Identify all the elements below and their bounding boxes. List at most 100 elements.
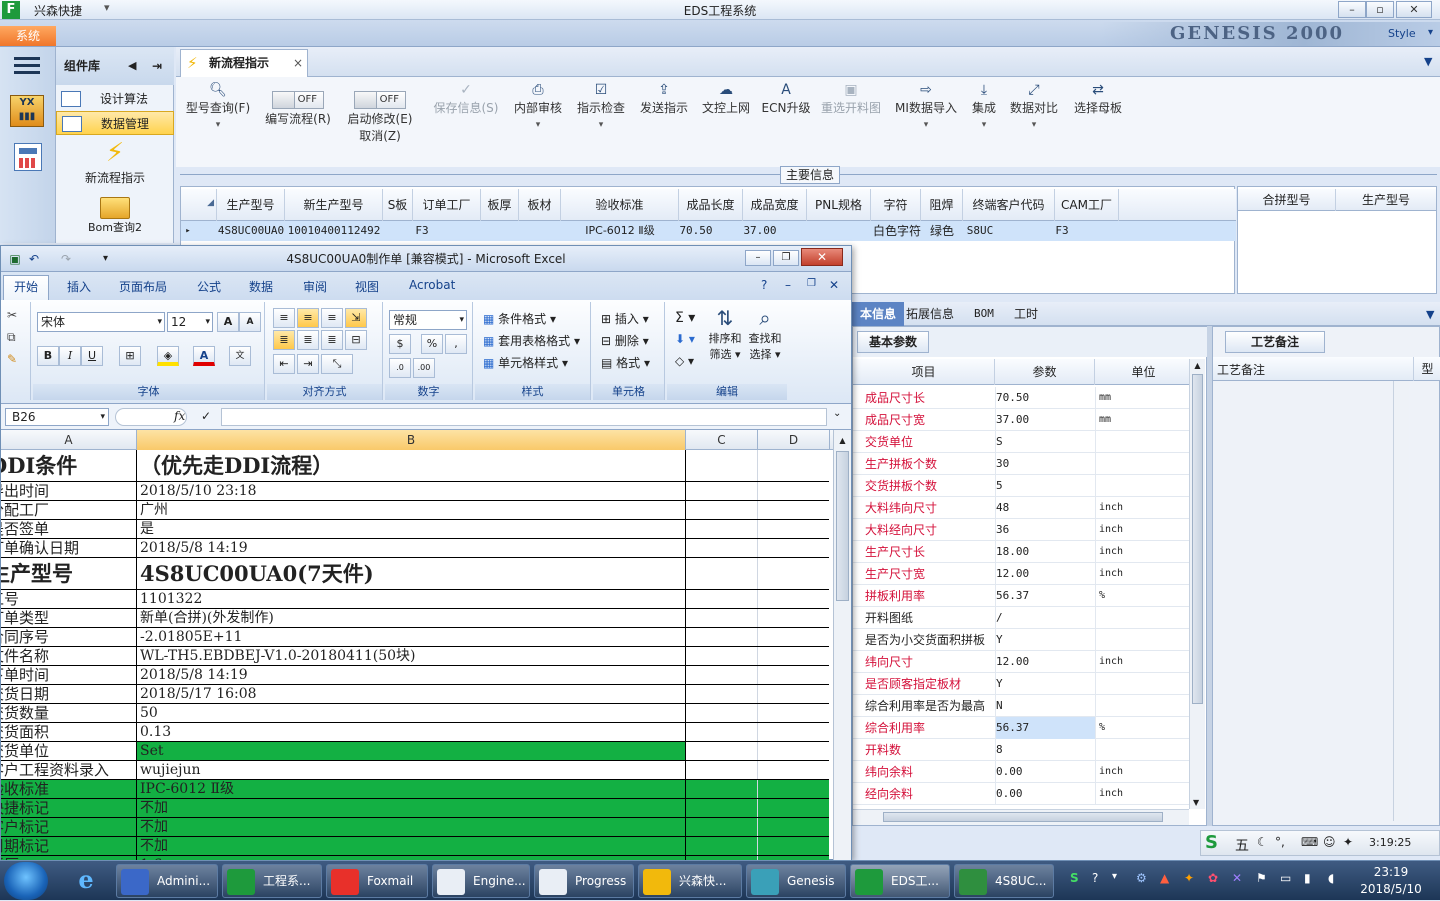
col-header[interactable]: 型 — [1413, 357, 1440, 381]
help-tray-icon[interactable]: ? — [1092, 871, 1098, 885]
sort-filter-button[interactable]: ⇅ 排序和 筛选 ▾ — [705, 306, 745, 362]
sheet-row[interactable]: DDI条件（优先走DDI流程） — [1, 450, 829, 482]
taskbar-item[interactable]: 4S8UC... — [954, 864, 1054, 898]
sheet-row[interactable]: 分配工厂广州 — [1, 501, 829, 520]
tab-work-hours[interactable]: 工时 — [1006, 302, 1046, 326]
col-header[interactable]: 成品长度 — [679, 189, 743, 221]
settings-icon[interactable]: ✦ — [1343, 835, 1353, 849]
param-value[interactable]: 36 — [995, 519, 1095, 541]
grid-cell[interactable]: 4S8UC00UA0 — [217, 221, 285, 241]
maximize-button[interactable]: ▫ — [1366, 1, 1394, 18]
ecn-upgrade-button[interactable]: A ECN升级 — [760, 81, 812, 116]
hscroll-thumb[interactable] — [883, 812, 1163, 822]
cell-d[interactable] — [758, 799, 829, 817]
scroll-thumb[interactable] — [1192, 374, 1203, 704]
align-bottom-icon[interactable]: ≡ — [321, 308, 343, 328]
cell-c[interactable] — [686, 450, 758, 481]
col-header[interactable]: 板厚 — [481, 189, 519, 221]
sheet-row[interactable]: 订单确认日期2018/5/8 14:19 — [1, 539, 829, 558]
sheet-row[interactable]: 工号1101322 — [1, 590, 829, 609]
merge-center-icon[interactable]: ⊟ — [345, 330, 367, 350]
scroll-up-icon[interactable]: ▲ — [834, 436, 851, 445]
clock[interactable]: 23:19 2018/5/10 — [1350, 864, 1432, 898]
percent-icon[interactable]: % — [421, 334, 443, 354]
app-tray-icon[interactable]: ▲ — [1160, 871, 1169, 885]
ie-icon[interactable]: e — [66, 865, 106, 897]
taskbar-item[interactable]: Admini... — [116, 864, 218, 898]
tab-view[interactable]: 视图 — [355, 278, 379, 295]
col-header[interactable]: 阻焊 — [921, 189, 963, 221]
param-value[interactable]: 0.00 — [995, 783, 1095, 805]
param-value[interactable]: Y — [995, 629, 1095, 651]
tab-review[interactable]: 审阅 — [303, 278, 327, 295]
grid-cell[interactable]: 10010400112492 — [285, 221, 383, 241]
system-tab[interactable]: 系统 — [0, 26, 56, 46]
cell-d[interactable] — [758, 818, 829, 836]
taskbar-item[interactable]: 兴森快... — [638, 864, 742, 898]
scroll-up-icon[interactable]: ▲ — [1192, 361, 1203, 370]
align-top-icon[interactable]: ≡ — [273, 308, 295, 328]
sheet-row[interactable]: 合同序号-2.01805E+11 — [1, 628, 829, 647]
sheet-row[interactable]: 下单时间2018/5/8 14:19 — [1, 666, 829, 685]
decrease-indent-icon[interactable]: ⇤ — [273, 354, 295, 374]
app-tray-icon-2[interactable]: ✦ — [1184, 871, 1194, 885]
cell-a[interactable]: 周期标记 — [1, 837, 137, 855]
taskbar-item[interactable]: EDS工... — [850, 864, 950, 898]
grid-cell[interactable]: IPC-6012 Ⅱ级 — [561, 221, 679, 241]
taskbar-item[interactable]: 工程系... — [222, 864, 322, 898]
clear-icon[interactable]: ◇ ▾ — [675, 354, 694, 368]
table-row[interactable]: 是否顾客指定板材 Y — [853, 673, 1193, 695]
cell-a[interactable]: 订单确认日期 — [1, 539, 137, 557]
sheet-row[interactable]: 验收标准IPC-6012 Ⅱ级 — [1, 780, 829, 799]
cell-d[interactable] — [758, 704, 829, 722]
cell-b[interactable]: wujiejun — [137, 761, 686, 779]
cell-d[interactable] — [758, 450, 829, 481]
align-middle-icon[interactable]: ≡ — [297, 308, 319, 328]
param-value[interactable]: Y — [995, 673, 1095, 695]
col-header[interactable]: 合拼型号 — [1238, 189, 1336, 211]
cell-c[interactable] — [686, 704, 758, 722]
table-row[interactable]: 成品尺寸长 70.50 mm — [853, 387, 1193, 409]
param-value[interactable]: 12.00 — [995, 563, 1095, 585]
undo-icon[interactable]: ↶ — [29, 246, 39, 272]
table-row[interactable]: ▸ 4S8UC00UA0 10010400112492 F3 IPC-6012 … — [181, 221, 1236, 241]
send-instruction-button[interactable]: ⇪ 发送指示 — [636, 81, 692, 116]
cell-d[interactable] — [758, 723, 829, 741]
cut-icon[interactable]: ✂ — [7, 308, 17, 322]
font-color-icon[interactable]: A — [193, 346, 215, 366]
delete-cells-button[interactable]: ⊟ 删除 ▾ — [601, 332, 649, 349]
calculator-icon[interactable] — [14, 143, 42, 171]
cell-b[interactable]: -2.01805E+11 — [137, 628, 686, 646]
find-select-button[interactable]: ⌕ 查找和 选择 ▾ — [745, 306, 785, 362]
cell-d[interactable] — [758, 685, 829, 703]
comma-icon[interactable]: , — [445, 334, 467, 354]
cell-a[interactable]: 交货日期 — [1, 685, 137, 703]
toolbox-item-design-algorithm[interactable]: 设计算法 — [56, 87, 174, 111]
table-row[interactable]: 交货拼板个数 5 — [853, 475, 1193, 497]
scroll-thumb[interactable] — [836, 451, 849, 601]
table-row[interactable]: 大料经向尺寸 36 inch — [853, 519, 1193, 541]
sheet-row[interactable]: 客户工程资料录入 wujiejun — [1, 761, 829, 780]
taskbar-item[interactable]: Progress — [534, 864, 634, 898]
table-row[interactable]: 综合利用率是否为最高 N — [853, 695, 1193, 717]
underline-icon[interactable]: U — [81, 346, 103, 366]
sheet-row[interactable]: 是否签单是 — [1, 520, 829, 539]
table-row[interactable]: 纬向余料 0.00 inch — [853, 761, 1193, 783]
cell-d[interactable] — [758, 761, 829, 779]
sheet-row[interactable]: 客户标记不加 — [1, 818, 829, 837]
cell-c[interactable] — [686, 647, 758, 665]
flag-tray-icon[interactable]: ⚑ — [1256, 871, 1267, 885]
cell-b[interactable]: 2018/5/8 14:19 — [137, 539, 686, 557]
decrease-font-icon[interactable]: A — [239, 312, 261, 332]
cell-c[interactable] — [686, 590, 758, 608]
pin-icon[interactable]: ⇥ — [152, 47, 162, 85]
fill-color-icon[interactable]: ◈ — [157, 346, 179, 366]
edit-flow-toggle[interactable]: OFF 编写流程(R) — [262, 81, 334, 129]
cell-d[interactable] — [758, 647, 829, 665]
expand-formula-icon[interactable]: ⌄ — [833, 408, 841, 419]
cell-b[interactable]: 0.13 — [137, 723, 686, 741]
table-row[interactable]: 综合利用率 56.37% — [853, 717, 1193, 739]
taskbar-item[interactable]: Foxmail — [326, 864, 428, 898]
craft-notes-body[interactable] — [1213, 381, 1423, 821]
cell-a[interactable]: 订单类型 — [1, 609, 137, 627]
